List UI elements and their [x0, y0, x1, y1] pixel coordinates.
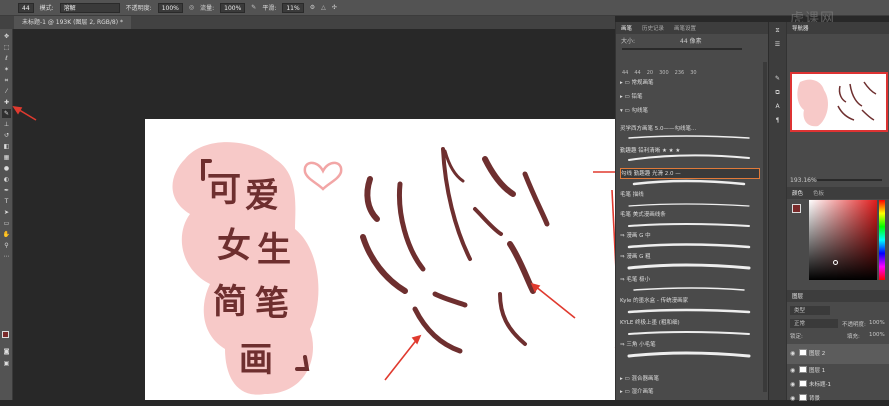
layer-opacity-value[interactable]: 100% — [869, 320, 885, 326]
layer-name: 图层 1 — [809, 368, 826, 374]
history-icon[interactable]: ⧖ — [773, 26, 782, 35]
size-label: 大小: — [621, 37, 636, 45]
brush-panel-tabs: 画笔 历史记录 画笔设置 — [616, 22, 768, 34]
panel-dock: ⧖ ☰ ✎ ⧉ A ¶ — [768, 22, 786, 400]
tab-brush-settings[interactable]: 画笔设置 — [674, 24, 696, 32]
size-slider[interactable] — [622, 48, 742, 50]
color-picker-handle[interactable] — [833, 260, 838, 265]
color-picker-field[interactable] — [809, 200, 877, 280]
preset-size-1[interactable]: 44 — [622, 70, 628, 76]
brush-panel-icon[interactable]: ✎ — [773, 74, 782, 83]
layer-name: 图层 2 — [809, 351, 826, 357]
layer-thumbnail — [799, 366, 807, 373]
eye-icon[interactable]: ◉ — [790, 392, 795, 406]
preset-size-3[interactable]: 20 — [647, 70, 653, 76]
lock-label: 锁定: — [790, 334, 803, 340]
tab-layers[interactable]: 图层 — [792, 292, 803, 300]
navigator-panel: 导航器 193.16% 颜色 色板 图层 类型 正常 不透明度: 100% 锁定… — [786, 22, 889, 402]
group-pencil[interactable]: ▸ ▭ 铅笔 — [620, 92, 760, 103]
tab-color[interactable]: 颜色 — [792, 189, 803, 197]
zoom-level[interactable]: 193.16% — [790, 177, 817, 184]
paragraph-icon[interactable]: ¶ — [773, 116, 782, 125]
group-line-brushes[interactable]: ▾ ▭ 勾线笔 — [620, 106, 760, 117]
layer-row-selected[interactable]: ◉ 图层 2 — [787, 344, 889, 364]
brush-size-row: 大小: 44 像素 — [616, 34, 768, 46]
group-wet-brushes[interactable]: ▸ ▭ 湿介画笔 — [620, 387, 760, 398]
layer-thumbnail — [799, 380, 807, 387]
size-field[interactable]: 44 像素 — [680, 36, 702, 45]
layer-name: 未标题-1 — [809, 382, 831, 388]
character-icon[interactable]: A — [773, 102, 782, 111]
eye-icon[interactable]: ◉ — [790, 364, 795, 378]
preset-size-2[interactable]: 44 — [634, 70, 640, 76]
blend-mode-select[interactable]: 正常 — [790, 319, 838, 328]
fg-color-chip[interactable] — [792, 204, 801, 213]
eye-icon[interactable]: ◉ — [790, 344, 795, 364]
brush-panel: 画笔 历史记录 画笔设置 大小: 44 像素 44 44 20 300 236 … — [615, 22, 768, 400]
zoom-slider[interactable] — [817, 179, 882, 181]
brush-presets-row: 44 44 20 300 236 30 — [616, 54, 768, 76]
layer-row[interactable]: ◉ 图层 1 — [787, 364, 889, 378]
layers-tabs: 图层 — [787, 290, 889, 302]
layer-thumbnail — [799, 349, 807, 356]
layer-row[interactable]: ◉ 未标题-1 — [787, 378, 889, 392]
brush-stroke-previews — [627, 135, 751, 358]
navigator-thumbnail[interactable] — [790, 72, 888, 132]
tab-navigator[interactable]: 导航器 — [792, 24, 809, 32]
properties-icon[interactable]: ☰ — [773, 40, 782, 49]
tab-brush[interactable]: 画笔 — [621, 24, 632, 32]
group-general-brushes[interactable]: ▸ ▭ 常规画笔 — [620, 78, 760, 89]
eye-icon[interactable]: ◉ — [790, 378, 795, 392]
navigator-preview — [797, 79, 877, 127]
preset-size-4[interactable]: 300 — [659, 70, 669, 76]
fill-value[interactable]: 100% — [869, 332, 885, 338]
color-tabs: 颜色 色板 — [787, 187, 889, 199]
arrow-to-stroke — [384, 337, 419, 381]
clone-source-icon[interactable]: ⧉ — [773, 88, 782, 97]
navigator-tabs: 导航器 — [787, 22, 889, 34]
brush-panel-scrollbar[interactable] — [763, 62, 767, 392]
tab-swatches[interactable]: 色板 — [813, 189, 824, 197]
arrow-to-stroke-2 — [534, 285, 576, 319]
layer-opacity-label: 不透明度: — [842, 322, 866, 328]
preset-size-5[interactable]: 236 — [675, 70, 685, 76]
layer-name: 背景 — [809, 396, 821, 402]
layer-row[interactable]: ◉ 背景 — [787, 392, 889, 406]
tab-history[interactable]: 历史记录 — [642, 24, 664, 32]
group-mixer-brushes[interactable]: ▸ ▭ 混合器画笔 — [620, 374, 760, 385]
fill-label: 填充: — [847, 334, 860, 340]
layer-filter-select[interactable]: 类型 — [790, 306, 830, 315]
hue-slider[interactable] — [879, 200, 885, 280]
preset-size-6[interactable]: 30 — [690, 70, 696, 76]
